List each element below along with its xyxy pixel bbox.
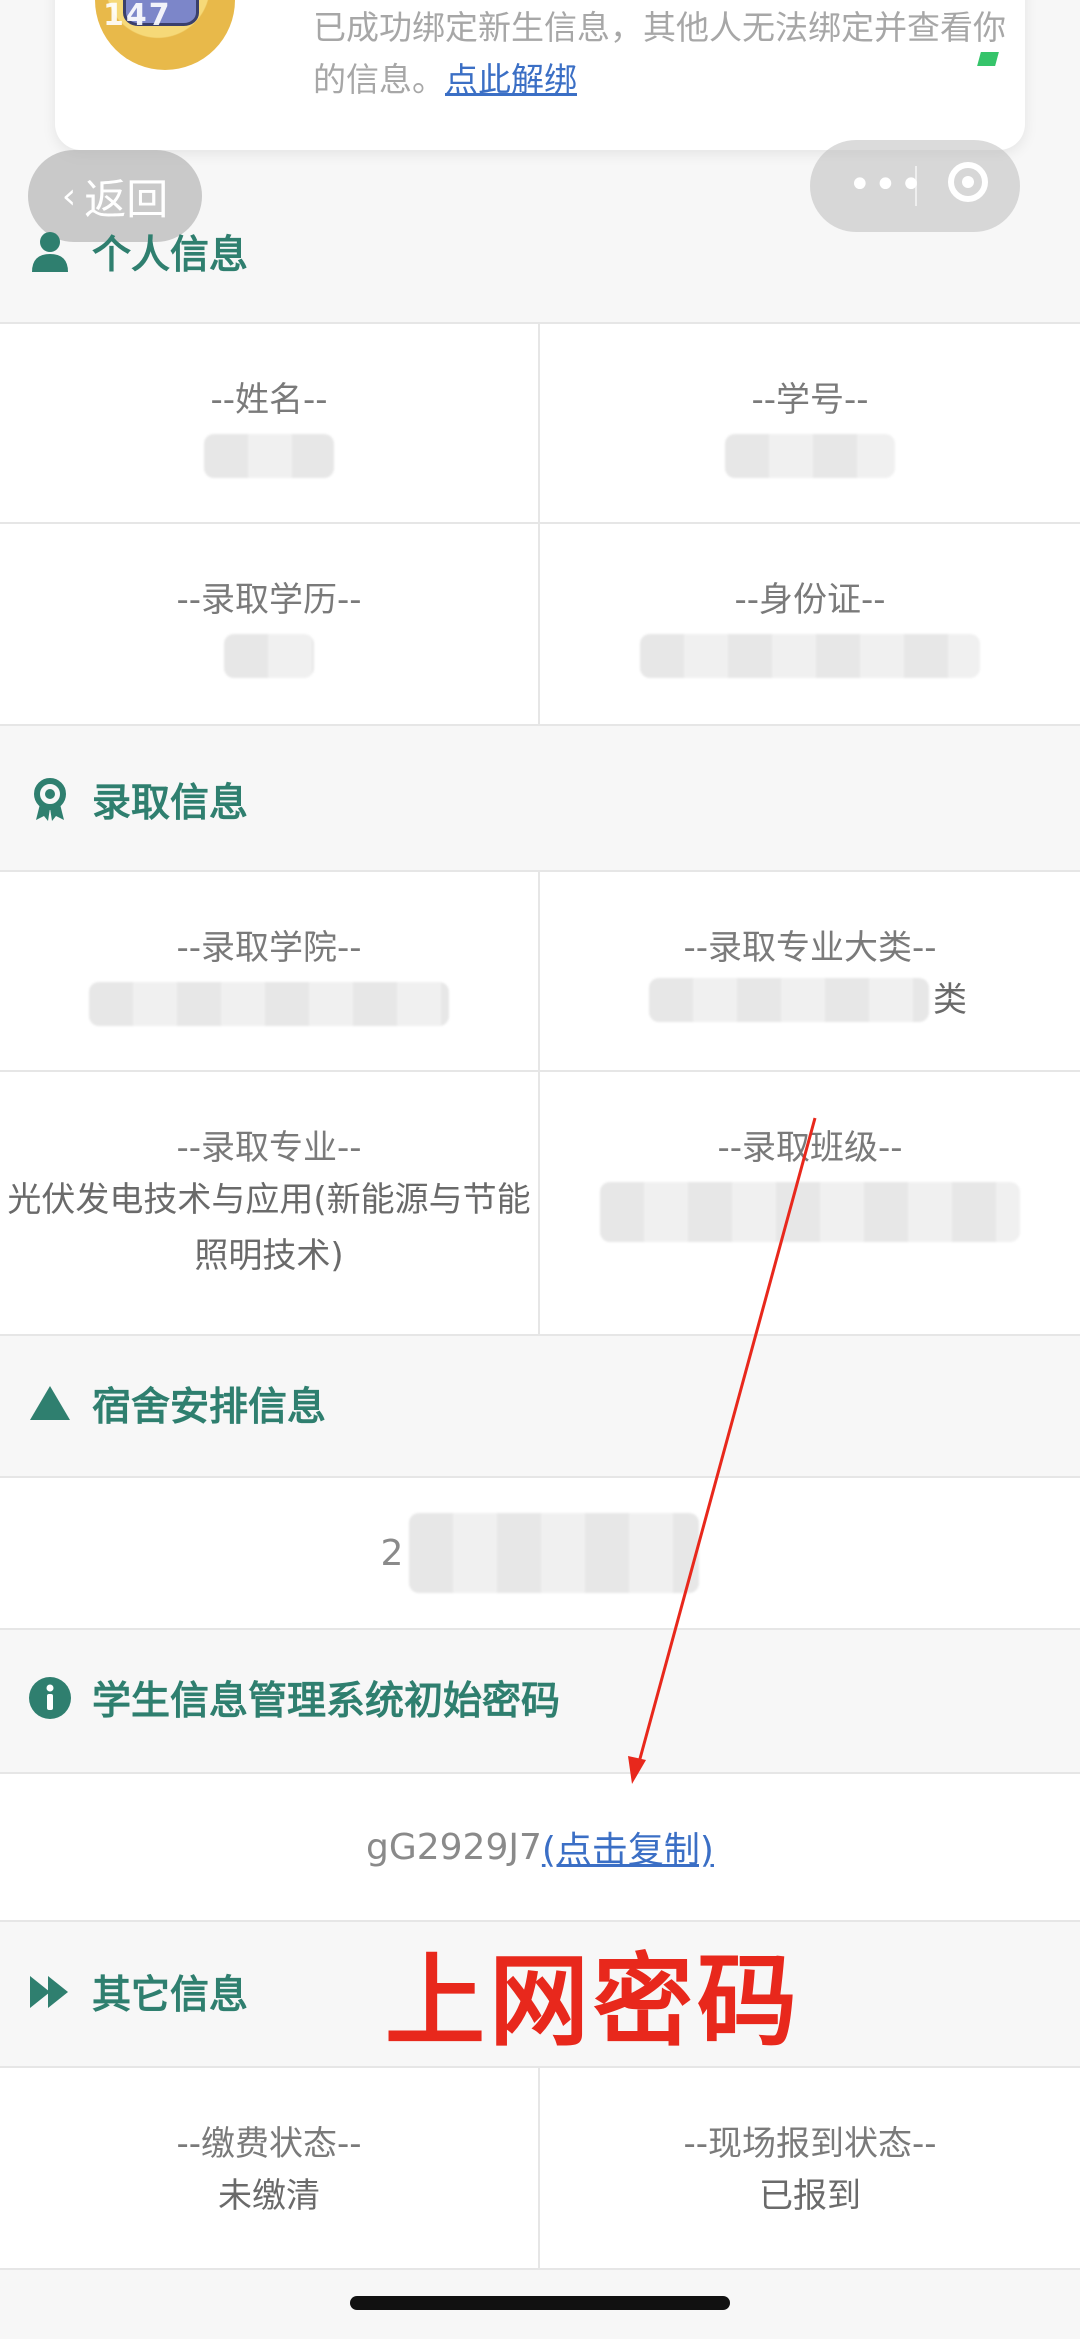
home-indicator[interactable] bbox=[350, 2296, 730, 2310]
field-name: --姓名-- bbox=[0, 324, 540, 524]
section-title: 学生信息管理系统初始密码 bbox=[92, 1679, 561, 1724]
field-label: --现场报到状态-- bbox=[683, 2124, 937, 2164]
award-icon bbox=[28, 778, 72, 822]
back-label: 返回 bbox=[84, 174, 169, 224]
redacted-value bbox=[725, 434, 895, 478]
field-label: --录取学院-- bbox=[176, 928, 362, 968]
unbind-link[interactable]: 点此解绑 bbox=[445, 60, 577, 99]
field-label: --缴费状态-- bbox=[176, 2124, 362, 2164]
triangle-icon bbox=[28, 1382, 72, 1426]
person-icon bbox=[28, 230, 72, 274]
binding-notice-card: 147 已成功绑定新生信息，其他人无法绑定并查看你的信息。点此解绑 bbox=[55, 0, 1025, 150]
field-checkin-status: --现场报到状态-- 已报到 bbox=[540, 2068, 1080, 2268]
redacted-value bbox=[600, 1182, 1020, 1242]
redacted-value bbox=[204, 434, 334, 478]
field-id-card: --身份证-- bbox=[540, 524, 1080, 724]
field-label: --身份证-- bbox=[734, 580, 886, 620]
other-info-grid: --缴费状态-- 未缴清 --现场报到状态-- 已报到 bbox=[0, 2066, 1080, 2270]
dorm-value: 2 bbox=[380, 1532, 404, 1574]
field-label: --录取班级-- bbox=[717, 1128, 903, 1168]
more-options-button[interactable]: ••• bbox=[848, 165, 925, 205]
capsule-divider bbox=[915, 166, 917, 206]
field-student-id: --学号-- bbox=[540, 324, 1080, 524]
field-label: --录取专业大类-- bbox=[683, 928, 937, 968]
section-header-admission: 录取信息 bbox=[28, 770, 248, 830]
field-value: 已报到 bbox=[759, 2176, 861, 2216]
field-major-category: --录取专业大类-- 类 bbox=[540, 872, 1080, 1072]
field-label: --姓名-- bbox=[210, 380, 328, 420]
avatar-tag: 147 bbox=[103, 0, 172, 33]
field-payment-status: --缴费状态-- 未缴清 bbox=[0, 2068, 540, 2268]
field-label: --录取学历-- bbox=[176, 580, 362, 620]
mini-program-capsule: ••• bbox=[810, 140, 1020, 232]
redacted-value bbox=[409, 1513, 700, 1593]
info-icon bbox=[28, 1676, 72, 1720]
field-major: --录取专业-- 光伏发电技术与应用(新能源与节能照明技术) bbox=[0, 1072, 540, 1334]
section-title: 录取信息 bbox=[92, 781, 249, 826]
dorm-panel: 2 bbox=[0, 1476, 1080, 1630]
status-mark-icon bbox=[977, 52, 999, 66]
field-label: --学号-- bbox=[751, 380, 869, 420]
field-value: 光伏发电技术与应用(新能源与节能照明技术) bbox=[7, 1180, 531, 1276]
initial-password-value: gG2929J7 bbox=[366, 1826, 542, 1868]
fast-forward-icon bbox=[28, 1970, 72, 2014]
binding-notice-text: 已成功绑定新生信息，其他人无法绑定并查看你的信息。点此解绑 bbox=[313, 2, 1013, 106]
chevron-left-icon: ‹ bbox=[61, 175, 77, 217]
redacted-value bbox=[640, 634, 980, 678]
field-class: --录取班级-- bbox=[540, 1072, 1080, 1334]
redacted-value bbox=[224, 634, 314, 678]
section-header-other: 其它信息 bbox=[28, 1962, 248, 2022]
section-title: 个人信息 bbox=[92, 233, 249, 278]
section-header-dorm: 宿舍安排信息 bbox=[28, 1374, 326, 1434]
close-target-button[interactable] bbox=[948, 162, 988, 202]
admission-info-grid: --录取学院-- --录取专业大类-- 类 --录取专业-- 光伏发电技术与应用… bbox=[0, 870, 1080, 1336]
annotation-label: 上网密码 bbox=[385, 1943, 801, 2060]
section-header-personal: 个人信息 bbox=[28, 222, 248, 282]
field-college: --录取学院-- bbox=[0, 872, 540, 1072]
field-value: 类 bbox=[933, 980, 967, 1020]
avatar: 147 bbox=[95, 0, 235, 70]
password-panel: gG2929J7 (点击复制) bbox=[0, 1772, 1080, 1922]
personal-info-grid: --姓名-- --学号-- --录取学历-- --身份证-- bbox=[0, 322, 1080, 726]
binding-message: 已成功绑定新生信息，其他人无法绑定并查看你的信息。 bbox=[313, 8, 1006, 99]
field-education: --录取学历-- bbox=[0, 524, 540, 724]
section-header-password: 学生信息管理系统初始密码 bbox=[28, 1668, 560, 1728]
section-title: 宿舍安排信息 bbox=[92, 1385, 327, 1430]
field-label: --录取专业-- bbox=[176, 1128, 362, 1168]
field-value: 未缴清 bbox=[218, 2176, 320, 2216]
copy-password-button[interactable]: (点击复制) bbox=[542, 1821, 714, 1873]
major-category-value-row: 类 bbox=[649, 972, 971, 1028]
redacted-value bbox=[89, 982, 449, 1026]
section-title: 其它信息 bbox=[92, 1973, 249, 2018]
redacted-value bbox=[649, 978, 929, 1022]
